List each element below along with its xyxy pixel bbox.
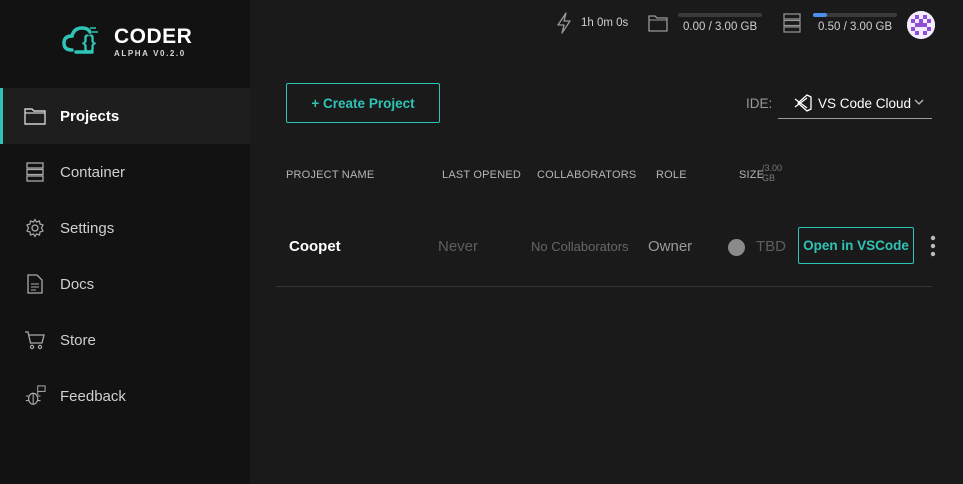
brand-title: CODER (114, 24, 193, 48)
ide-select[interactable]: VS Code Cloud (778, 88, 932, 119)
create-project-button[interactable]: + Create Project (286, 83, 440, 123)
container-text: 0.50 / 3.00 GB (818, 21, 893, 33)
sidebar-item-label: Store (60, 331, 96, 349)
sidebar: {} CODER ALPHA V0.2.0 Projects Container… (0, 0, 250, 484)
sidebar-item-label: Feedback (60, 387, 126, 405)
gear-icon (24, 217, 46, 239)
header-size: SIZE (739, 169, 765, 181)
header-last-opened: LAST OPENED (442, 169, 522, 181)
open-in-vscode-button[interactable]: Open in VSCode (798, 227, 914, 264)
sidebar-nav: Projects Container Settings Docs Store F… (0, 88, 250, 424)
sidebar-item-label: Docs (60, 275, 95, 293)
sidebar-item-store[interactable]: Store (0, 312, 250, 368)
sidebar-item-feedback[interactable]: Feedback (0, 368, 250, 424)
chevron-down-icon (914, 99, 924, 105)
project-name[interactable]: Coopet (289, 238, 341, 255)
sidebar-item-label: Projects (60, 107, 120, 125)
document-icon (24, 273, 46, 295)
ide-select-value: VS Code Cloud (818, 95, 912, 111)
container-usage: 0.50 / 3.00 GB (783, 13, 897, 33)
coder-logo-icon: {} (62, 26, 98, 54)
storage-text: 0.00 / 3.00 GB (683, 21, 758, 33)
sidebar-item-settings[interactable]: Settings (0, 200, 250, 256)
size-capacity-unit: GB (762, 173, 776, 183)
header-project-name: PROJECT NAME (286, 169, 375, 181)
folder-icon (24, 105, 46, 127)
bug-icon (24, 385, 46, 407)
server-icon (783, 13, 801, 33)
size-capacity-value: /3.00 (762, 163, 783, 173)
size-status-dot (728, 239, 745, 256)
lightning-icon (557, 12, 571, 34)
sidebar-item-label: Container (60, 163, 126, 181)
ide-label: IDE: (746, 96, 773, 111)
server-icon (24, 161, 46, 183)
session-timer: 1h 0m 0s (556, 12, 628, 34)
header-role: ROLE (656, 169, 687, 181)
collaborators: No Collaborators (531, 239, 629, 254)
cart-icon (24, 329, 46, 351)
sidebar-item-projects[interactable]: Projects (0, 88, 250, 144)
avatar[interactable] (907, 11, 935, 39)
table-row[interactable]: Coopet Never No Collaborators Owner TBD … (276, 211, 936, 287)
last-opened: Never (438, 238, 479, 255)
storage-usage: 0.00 / 3.00 GB (648, 13, 762, 33)
svg-text:{}: {} (82, 32, 96, 52)
sidebar-item-label: Settings (60, 219, 115, 237)
header-size-capacity: /3.00 GB (762, 163, 782, 183)
logo[interactable]: {} CODER ALPHA V0.2.0 (62, 22, 192, 62)
role: Owner (648, 238, 693, 255)
more-options-icon[interactable] (928, 235, 938, 257)
header-collaborators: COLLABORATORS (537, 169, 637, 181)
container-bar (813, 13, 897, 17)
sidebar-item-docs[interactable]: Docs (0, 256, 250, 312)
top-bar: 1h 0m 0s 0.00 / 3.00 GB 0.50 / 3.00 GB (250, 0, 963, 50)
brand-version: ALPHA V0.2.0 (114, 48, 186, 58)
project-size: TBD (756, 238, 786, 255)
sidebar-item-container[interactable]: Container (0, 144, 250, 200)
vscode-icon (794, 94, 812, 112)
folder-icon (648, 14, 668, 32)
timer-text: 1h 0m 0s (581, 17, 629, 29)
container-bar-fill (813, 13, 827, 17)
storage-bar (678, 13, 762, 17)
